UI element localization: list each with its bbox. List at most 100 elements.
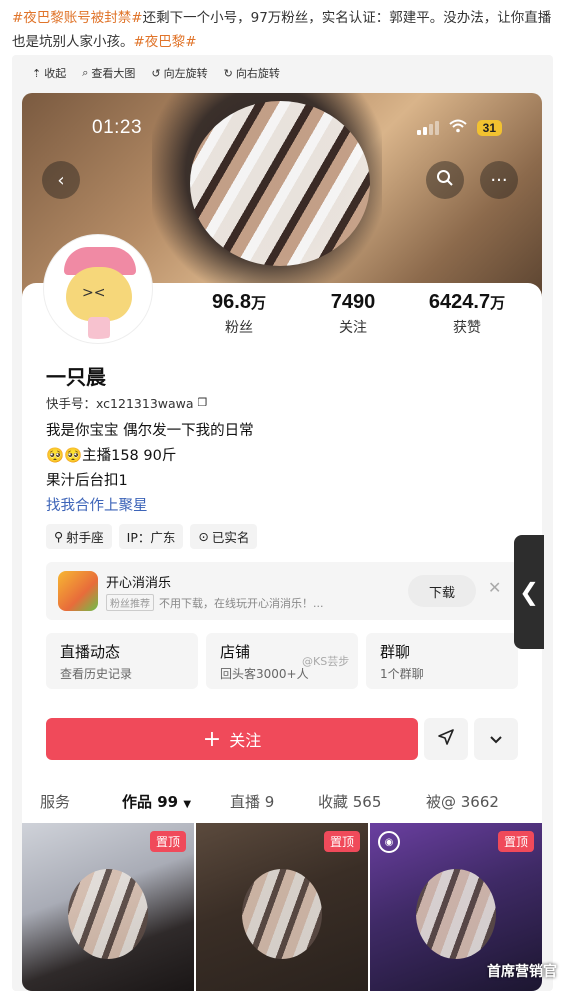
stat-followers[interactable]: 96.8万 粉丝 (182, 291, 296, 337)
avatar[interactable]: >< (44, 235, 152, 343)
tab-works-label: 作品 99 (122, 792, 179, 811)
more-button[interactable]: ··· (480, 161, 518, 199)
zodiac-label: 射手座 (66, 530, 104, 545)
more-icon: ··· (490, 169, 508, 191)
copy-icon[interactable]: ❐ (198, 396, 208, 409)
collapse-icon: ⇡ (32, 66, 42, 80)
side-drawer-handle[interactable]: ❮ (514, 535, 544, 649)
feature-title: 直播动态 (60, 643, 121, 661)
corner-watermark: 首席营销官 (487, 964, 557, 980)
stat-following[interactable]: 7490 关注 (296, 291, 410, 337)
tab-live[interactable]: 直播 9 (230, 791, 274, 812)
tab-services[interactable]: 服务 (40, 791, 70, 812)
collapse-button[interactable]: ⇡ 收起 (32, 65, 66, 81)
feature-subtitle: 1个群聊 (380, 667, 424, 681)
chevron-left-icon: ‹ (57, 169, 65, 191)
post-text: #夜巴黎账号被封禁#还剩下一个小号，97万粉丝，实名认证：郭建平。没办法，让你直… (12, 6, 557, 54)
rotate-left-button[interactable]: ↺ 向左旋转 (151, 65, 207, 81)
image-viewer: ⇡收起 ⌕查看大图 ↺向左旋转 ↻向右旋转 01:23 31 ‹ ··· (12, 55, 553, 991)
bio-line: 🥺🥺主播158 90斤 (46, 448, 177, 464)
image-toolbar: ⇡ 收起 ⌕ 查看大图 ↺ 向左旋转 ↻ 向右旋转 (12, 55, 553, 91)
face-mosaic (68, 869, 148, 959)
ad-description: 不用下载，在线玩开心消消乐！... (159, 596, 324, 610)
back-button[interactable]: ‹ (42, 161, 80, 199)
live-history-card[interactable]: 直播动态 查看历史记录 (46, 633, 198, 689)
game-ad-card[interactable]: 开心消消乐 粉丝推荐 不用下载，在线玩开心消消乐！... 下载 ✕ (46, 562, 518, 620)
rotate-right-icon: ↻ (223, 66, 233, 80)
cooperation-link[interactable]: 找我合作上聚星 (46, 494, 254, 519)
rotate-left-label: 向左旋转 (163, 67, 208, 80)
collapse-label: 收起 (44, 67, 67, 80)
follow-button[interactable]: + 关注 (46, 718, 418, 760)
ip-label: IP：广东 (126, 530, 176, 545)
video-grid: 置顶 置顶 ◉ 置顶 (22, 823, 542, 991)
likes-unit: 万 (490, 294, 506, 312)
video-thumbnail[interactable]: 置顶 (196, 823, 368, 991)
tab-favorites[interactable]: 收藏 565 (318, 791, 381, 812)
ip-tag: IP：广东 (118, 524, 184, 549)
rotate-left-icon: ↺ (151, 66, 161, 80)
more-options-button[interactable] (474, 718, 518, 760)
view-large-label: 查看大图 (91, 67, 136, 80)
likes-label: 获赞 (453, 320, 481, 336)
status-icons: 31 (416, 119, 502, 137)
followers-label: 粉丝 (225, 320, 253, 336)
group-chat-card[interactable]: 群聊 1个群聊 (366, 633, 518, 689)
pinned-badge: 置顶 (323, 831, 360, 852)
followers-count: 96.8 (212, 291, 251, 313)
rotate-right-button[interactable]: ↻ 向右旋转 (224, 65, 280, 81)
tab-works[interactable]: 作品 99 ▼ (122, 791, 191, 812)
ad-subtitle: 粉丝推荐 不用下载，在线玩开心消消乐！... (106, 594, 324, 611)
signal-icon (416, 121, 439, 135)
username: 一只晨 (46, 365, 106, 389)
profile-stats: 96.8万 粉丝 7490 关注 6424.7万 获赞 (182, 291, 524, 337)
account-id: 快手号：xc121313wawa ❐ (46, 393, 207, 412)
verified-label: 已实名 (211, 530, 250, 545)
shield-check-icon: ⊙ (198, 529, 209, 544)
bio: 我是你宝宝 偶尔发一下我的日常 🥺🥺主播158 90斤 果汁后台扣1 找我合作上… (46, 419, 254, 519)
video-thumbnail[interactable]: 置顶 (22, 823, 194, 991)
feature-title: 群聊 (380, 643, 411, 661)
bio-line: 果汁后台扣1 (46, 473, 128, 489)
battery-icon: 31 (476, 120, 502, 136)
phone-screenshot: 01:23 31 ‹ ··· >< 96.8万 粉丝 7490 关注 6424.… (22, 93, 542, 991)
plus-icon: + (202, 726, 222, 752)
rotate-right-label: 向右旋转 (235, 67, 280, 80)
bio-line: 我是你宝宝 偶尔发一下我的日常 (46, 423, 254, 439)
following-label: 关注 (339, 320, 367, 336)
account-id-text: 快手号：xc121313wawa (46, 396, 194, 411)
live-icon: ◉ (378, 831, 400, 853)
stat-likes[interactable]: 6424.7万 获赞 (410, 291, 524, 337)
likes-count: 6424.7 (428, 291, 491, 313)
face-mosaic (242, 869, 322, 959)
caret-down-icon: ▼ (183, 798, 192, 810)
followers-unit: 万 (250, 294, 266, 312)
verified-tag: ⊙ 已实名 (190, 524, 258, 549)
following-count: 7490 (330, 291, 376, 313)
face-mosaic (416, 869, 496, 959)
pinned-badge: 置顶 (497, 831, 534, 852)
zoom-icon: ⌕ (82, 66, 89, 79)
pinned-badge: 置顶 (149, 831, 186, 852)
send-icon (437, 728, 455, 750)
share-button[interactable] (424, 718, 468, 760)
view-large-button[interactable]: ⌕ 查看大图 (82, 65, 135, 81)
hashtag-link[interactable]: #夜巴黎# (134, 34, 197, 50)
pin-icon: ⚲ (54, 529, 64, 544)
hashtag-link[interactable]: #夜巴黎账号被封禁# (12, 10, 143, 26)
feature-subtitle: 查看历史记录 (60, 667, 133, 681)
download-button[interactable]: 下载 (408, 575, 476, 607)
search-button[interactable] (426, 161, 464, 199)
zodiac-tag: ⚲ 射手座 (46, 524, 112, 549)
tab-mentions[interactable]: 被@ 3662 (426, 791, 499, 812)
status-time: 01:23 (92, 117, 143, 138)
profile-tags: ⚲ 射手座 IP：广东 ⊙ 已实名 (46, 524, 258, 549)
close-icon[interactable]: ✕ (488, 578, 501, 597)
weibo-watermark: @KS芸步 (302, 655, 350, 668)
ad-title: 开心消消乐 (106, 576, 172, 591)
chevron-down-icon (489, 730, 503, 749)
game-icon (58, 571, 98, 611)
content-tabs: 服务 作品 99 ▼ 直播 9 收藏 565 被@ 3662 (22, 781, 542, 821)
feature-row: 直播动态 查看历史记录 店铺 回头客3000+人 群聊 1个群聊 (46, 633, 518, 689)
ad-badge: 粉丝推荐 (106, 594, 154, 611)
